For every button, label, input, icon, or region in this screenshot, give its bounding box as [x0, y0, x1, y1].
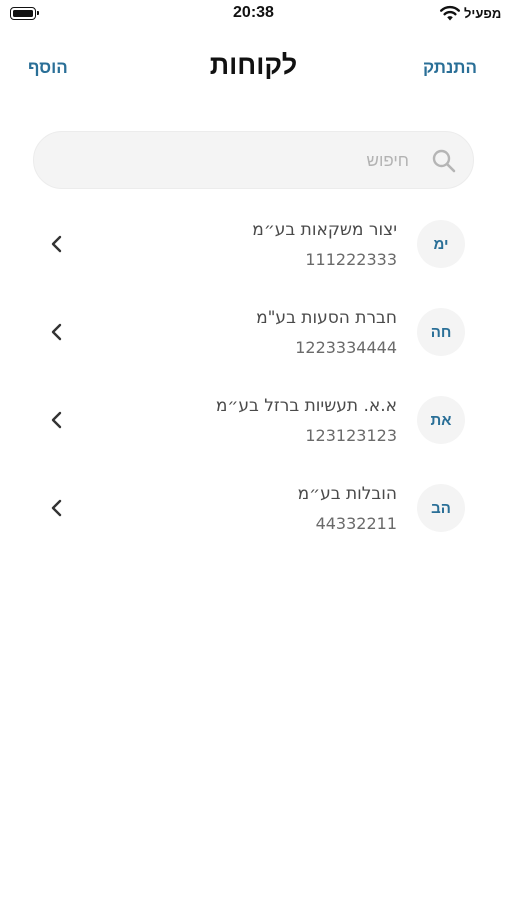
- chevron-left-icon[interactable]: [50, 410, 64, 430]
- search-bar[interactable]: [33, 131, 474, 189]
- client-name: א.א. תעשיות ברזל בע״מ: [215, 396, 397, 416]
- chevron-left-icon[interactable]: [50, 322, 64, 342]
- status-time: 20:38: [233, 4, 274, 21]
- client-name: חברת הסעות בע"מ: [256, 308, 397, 328]
- clients-screen: 20:38 מפעיל הוסף לקוחות התנתק ימ יצור מש…: [0, 0, 507, 900]
- client-id: 1223334444: [295, 338, 397, 357]
- client-avatar: את: [417, 396, 465, 444]
- client-avatar: ימ: [417, 220, 465, 268]
- client-id: 44332211: [315, 514, 397, 533]
- wifi-icon: [440, 5, 460, 21]
- nav-bar: הוסף לקוחות התנתק: [0, 40, 507, 96]
- client-list: ימ יצור משקאות בע״מ 111222333 חה חברת הס…: [0, 200, 507, 552]
- client-name: יצור משקאות בע״מ: [252, 220, 397, 240]
- client-avatar: חה: [417, 308, 465, 356]
- logout-button[interactable]: התנתק: [423, 58, 477, 78]
- client-row[interactable]: חה חברת הסעות בע"מ 1223334444: [0, 288, 507, 376]
- client-id: 123123123: [305, 426, 397, 445]
- search-input[interactable]: [54, 144, 411, 178]
- client-row[interactable]: הב הובלות בע״מ 44332211: [0, 464, 507, 552]
- chevron-left-icon[interactable]: [50, 234, 64, 254]
- client-row[interactable]: ימ יצור משקאות בע״מ 111222333: [0, 200, 507, 288]
- status-bar: 20:38 מפעיל: [0, 0, 507, 30]
- chevron-left-icon[interactable]: [50, 498, 64, 518]
- client-avatar: הב: [417, 484, 465, 532]
- search-icon: [432, 149, 456, 173]
- carrier-label: מפעיל: [464, 6, 502, 21]
- client-name: הובלות בע״מ: [297, 484, 397, 504]
- client-row[interactable]: את א.א. תעשיות ברזל בע״מ 123123123: [0, 376, 507, 464]
- client-id: 111222333: [305, 250, 397, 269]
